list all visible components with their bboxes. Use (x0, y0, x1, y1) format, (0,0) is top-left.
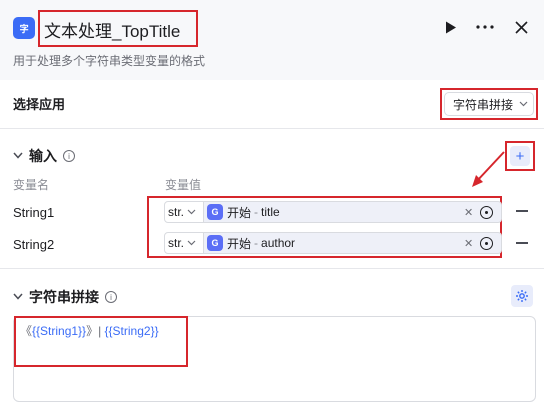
ref-separator: - (254, 236, 259, 250)
template-var-string1: {{String1}} (32, 324, 87, 338)
template-open: 《 (20, 324, 33, 338)
chevron-down-icon[interactable] (13, 292, 23, 303)
template-mid: 》| (86, 324, 105, 338)
variable-name[interactable]: String2 (13, 237, 54, 252)
settings-gear-icon[interactable] (511, 285, 533, 307)
type-select[interactable]: str. (164, 232, 204, 254)
chevron-down-icon (187, 208, 196, 217)
annotation-arrow-icon (472, 151, 505, 187)
type-select[interactable]: str. (164, 201, 204, 223)
column-header-name: 变量名 (13, 178, 50, 192)
divider (0, 128, 544, 129)
start-node-icon: G (207, 235, 223, 251)
variable-row: str. G 开始 - author ✕ (164, 232, 502, 254)
node-description: 用于处理多个字符串类型变量的格式 (13, 54, 206, 68)
ref-separator: - (254, 205, 259, 219)
input-section-header[interactable]: 输入 i (13, 146, 75, 166)
column-header-value: 变量值 (165, 178, 202, 192)
variable-row: str. G 开始 - title ✕ (164, 201, 502, 223)
chevron-down-icon (519, 99, 528, 109)
concat-section-header[interactable]: 字符串拼接 i (13, 287, 117, 307)
info-icon[interactable]: i (105, 291, 117, 303)
variable-reference-field[interactable]: G 开始 - author ✕ (204, 232, 502, 254)
node-header: 字 文本处理_TopTitle 用于处理多个字符串类型变量的格式 (0, 0, 544, 80)
app-select-dropdown[interactable]: 字符串拼接 (444, 92, 534, 116)
template-content[interactable]: 《{{String1}}》| {{String2}} (20, 322, 159, 339)
ref-field-name: author (261, 236, 296, 250)
add-variable-button[interactable]: + (510, 146, 530, 166)
divider (0, 268, 544, 269)
input-section-label: 输入 (29, 148, 57, 164)
clear-icon[interactable]: ✕ (464, 206, 473, 219)
variable-name[interactable]: String1 (13, 205, 54, 220)
variable-reference-field[interactable]: G 开始 - title ✕ (204, 201, 502, 223)
variable-picker-icon[interactable] (480, 205, 493, 219)
type-select-value: str. (168, 205, 185, 219)
ref-node-name: 开始 (227, 236, 252, 251)
remove-row-icon[interactable] (516, 242, 528, 244)
chevron-down-icon[interactable] (13, 151, 23, 162)
run-icon[interactable] (440, 16, 462, 38)
chevron-down-icon (187, 239, 196, 248)
more-options-icon[interactable] (474, 16, 496, 38)
app-select-value: 字符串拼接 (453, 97, 514, 112)
ref-node-name: 开始 (227, 205, 252, 220)
ref-field-name: title (261, 205, 280, 219)
start-node-icon: G (207, 204, 223, 220)
close-icon[interactable] (510, 16, 532, 38)
info-icon[interactable]: i (63, 150, 75, 162)
remove-row-icon[interactable] (516, 210, 528, 212)
concat-section-label: 字符串拼接 (29, 289, 99, 305)
node-title[interactable]: 文本处理_TopTitle (44, 17, 180, 42)
select-app-label: 选择应用 (13, 97, 66, 112)
template-var-string2: {{String2}} (104, 324, 159, 338)
clear-icon[interactable]: ✕ (464, 237, 473, 250)
type-select-value: str. (168, 236, 185, 250)
variable-picker-icon[interactable] (480, 236, 493, 250)
text-process-app-icon: 字 (13, 17, 35, 39)
